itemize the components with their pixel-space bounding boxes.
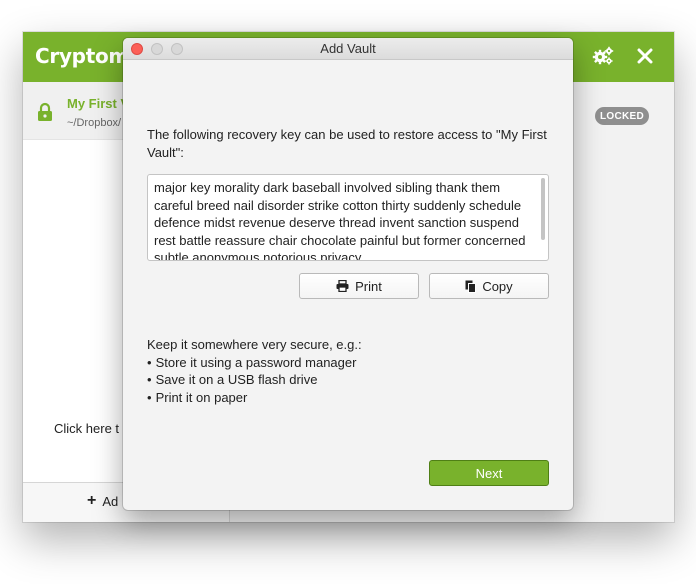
advice-heading: Keep it somewhere very secure, e.g.: [147, 337, 362, 352]
advice-item: Store it using a password manager [147, 354, 547, 372]
advice-list: Store it using a password manager Save i… [147, 354, 547, 407]
vault-path: ~/Dropbox/ [67, 117, 122, 129]
recovery-key-scrollbar[interactable] [541, 178, 545, 240]
recovery-key-text: major key morality dark baseball involve… [154, 180, 526, 261]
plus-icon: + [87, 492, 97, 509]
recovery-key-textarea[interactable]: major key morality dark baseball involve… [147, 174, 549, 261]
add-vault-button[interactable]: + Ad [87, 493, 118, 509]
advice-item: Print it on paper [147, 389, 547, 407]
print-button-label: Print [355, 278, 382, 294]
add-vault-dialog: Add Vault The following recovery key can… [123, 38, 573, 510]
lock-icon [38, 102, 52, 121]
click-hint-text: Click here t [54, 421, 120, 436]
dialog-title: Add Vault [320, 41, 376, 56]
status-badge: LOCKED [595, 107, 649, 125]
secure-advice: Keep it somewhere very secure, e.g.: Sto… [147, 336, 547, 406]
gears-icon[interactable] [592, 45, 614, 67]
copy-icon [465, 280, 477, 293]
header-icons [592, 45, 656, 67]
next-button[interactable]: Next [429, 460, 549, 486]
copy-button-label: Copy [482, 278, 513, 294]
add-vault-label: Ad [102, 493, 119, 509]
dialog-titlebar: Add Vault [123, 38, 573, 60]
printer-icon [336, 280, 349, 292]
print-button[interactable]: Print [299, 273, 419, 299]
advice-item: Save it on a USB flash drive [147, 371, 547, 389]
vault-name: My First V [67, 96, 130, 111]
copy-button[interactable]: Copy [429, 273, 549, 299]
recovery-intro-text: The following recovery key can be used t… [147, 127, 547, 160]
close-icon[interactable] [634, 45, 656, 67]
